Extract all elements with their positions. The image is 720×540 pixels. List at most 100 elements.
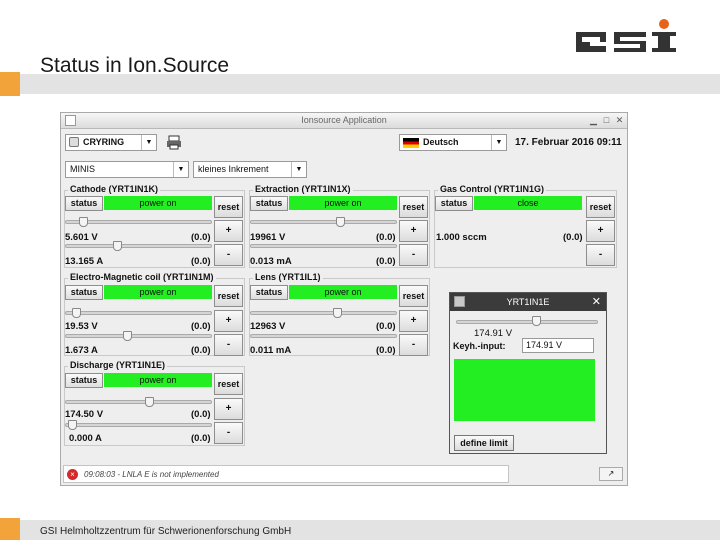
discharge-current-slider[interactable] bbox=[65, 423, 212, 427]
keyh-input-field[interactable]: 174.91 V bbox=[522, 338, 594, 353]
datetime-label: 17. Februar 2016 09:11 bbox=[515, 137, 622, 148]
electromag-voltage-step: (0.0) bbox=[191, 321, 211, 332]
lens-plus-button[interactable]: + bbox=[399, 310, 428, 332]
flag-de-icon bbox=[403, 138, 419, 148]
electromag-state: power on bbox=[104, 285, 212, 299]
electromag-status-button[interactable]: status bbox=[65, 285, 103, 300]
discharge-plus-button[interactable]: + bbox=[214, 398, 243, 420]
extraction-status-button[interactable]: status bbox=[250, 196, 288, 211]
dialog-slider-thumb[interactable] bbox=[531, 316, 541, 326]
discharge-voltage-slider[interactable] bbox=[65, 400, 212, 404]
cathode-status-button[interactable]: status bbox=[65, 196, 103, 211]
discharge-current-value: 0.000 A bbox=[69, 433, 102, 444]
minimize-icon[interactable]: ▁ bbox=[588, 115, 599, 126]
gas-status-button[interactable]: status bbox=[435, 196, 473, 211]
electromag-current-step: (0.0) bbox=[191, 345, 211, 356]
electromag-current-value: 1.673 A bbox=[65, 345, 98, 356]
increment-select-value: kleines Inkrement bbox=[198, 164, 269, 174]
machine-select-value: CRYRING bbox=[83, 137, 125, 147]
window-titlebar: Ionsource Application ▁ □ ✕ bbox=[61, 113, 627, 129]
lens-minus-button[interactable]: - bbox=[399, 334, 428, 356]
extraction-group-title: Extraction (YRT1IN1X) bbox=[253, 184, 353, 194]
maximize-icon[interactable]: □ bbox=[601, 115, 612, 126]
define-limit-button[interactable]: define limit bbox=[454, 435, 514, 451]
cathode-group-title: Cathode (YRT1IN1K) bbox=[68, 184, 161, 194]
window-title: Ionsource Application bbox=[301, 115, 387, 125]
machine-select[interactable]: CRYRING ▼ bbox=[65, 134, 157, 151]
close-icon[interactable]: ✕ bbox=[614, 115, 625, 126]
electromag-voltage-value: 19.53 V bbox=[65, 321, 98, 332]
dialog-limit-panel bbox=[454, 359, 595, 421]
electromag-plus-button[interactable]: + bbox=[214, 310, 243, 332]
slide-title: Status in Ion.Source bbox=[40, 54, 230, 77]
extraction-voltage-value: 19961 V bbox=[250, 232, 286, 243]
lens-current-value: 0.011 mA bbox=[250, 345, 292, 356]
cathode-current-slider-thumb[interactable] bbox=[113, 241, 123, 251]
electromag-reset-button[interactable]: reset bbox=[214, 285, 243, 307]
cathode-current-slider[interactable] bbox=[65, 244, 212, 248]
lens-voltage-slider-thumb[interactable] bbox=[332, 308, 342, 318]
cathode-voltage-step: (0.0) bbox=[191, 232, 211, 243]
cathode-voltage-slider-thumb[interactable] bbox=[78, 217, 88, 227]
lens-status-button[interactable]: status bbox=[250, 285, 288, 300]
language-select[interactable]: Deutsch ▼ bbox=[399, 134, 507, 151]
dialog-slider[interactable] bbox=[456, 320, 598, 324]
extraction-reset-button[interactable]: reset bbox=[399, 196, 428, 218]
dialog-title: YRT1IN1E bbox=[450, 293, 606, 311]
source-select[interactable]: MINIS ▼ bbox=[65, 161, 189, 178]
discharge-state: power on bbox=[104, 373, 212, 387]
gas-flow-value: 1.000 sccm bbox=[436, 232, 487, 243]
gsi-logo bbox=[576, 19, 676, 52]
lens-voltage-step: (0.0) bbox=[376, 321, 396, 332]
cathode-voltage-value: 5.601 V bbox=[65, 232, 98, 243]
discharge-current-slider-thumb[interactable] bbox=[67, 420, 77, 430]
lens-voltage-value: 12963 V bbox=[250, 321, 286, 332]
status-message: 09:08:03 - LNLA E is not implemented bbox=[84, 470, 219, 479]
cathode-plus-button[interactable]: + bbox=[214, 220, 243, 242]
discharge-reset-button[interactable]: reset bbox=[214, 373, 243, 395]
discharge-current-step: (0.0) bbox=[191, 433, 211, 444]
dialog-close-icon[interactable]: ✕ bbox=[592, 293, 601, 311]
lens-state: power on bbox=[289, 285, 397, 299]
source-select-value: MINIS bbox=[70, 164, 96, 174]
extraction-current-value: 0.013 mA bbox=[250, 256, 292, 267]
machine-icon bbox=[69, 137, 79, 147]
extraction-state: power on bbox=[289, 196, 397, 210]
electromag-voltage-slider[interactable] bbox=[65, 311, 212, 315]
gas-flow-step: (0.0) bbox=[563, 232, 583, 243]
extraction-current-step: (0.0) bbox=[376, 256, 396, 267]
resize-handle-icon[interactable]: ↗ bbox=[599, 467, 623, 481]
chevron-down-icon: ▼ bbox=[141, 135, 156, 150]
lens-group-title: Lens (YRT1IL1) bbox=[253, 272, 323, 282]
extraction-plus-button[interactable]: + bbox=[399, 220, 428, 242]
gas-minus-button[interactable]: - bbox=[586, 244, 615, 266]
discharge-minus-button[interactable]: - bbox=[214, 422, 243, 444]
extraction-voltage-slider[interactable] bbox=[250, 220, 397, 224]
lens-voltage-slider[interactable] bbox=[250, 311, 397, 315]
discharge-voltage-slider-thumb[interactable] bbox=[145, 397, 155, 407]
gas-plus-button[interactable]: + bbox=[586, 220, 615, 242]
extraction-minus-button[interactable]: - bbox=[399, 244, 428, 266]
discharge-voltage-step: (0.0) bbox=[191, 409, 211, 420]
discharge-status-button[interactable]: status bbox=[65, 373, 103, 388]
keyh-input-label: Keyh.-input: bbox=[453, 341, 506, 351]
electromag-minus-button[interactable]: - bbox=[214, 334, 243, 356]
electromag-current-slider-thumb[interactable] bbox=[122, 331, 132, 341]
extraction-current-slider[interactable] bbox=[250, 244, 397, 248]
lens-current-slider[interactable] bbox=[250, 334, 397, 338]
chevron-down-icon: ▼ bbox=[491, 135, 506, 150]
dialog-value: 174.91 V bbox=[474, 328, 513, 339]
cathode-reset-button[interactable]: reset bbox=[214, 196, 243, 218]
electromag-group-title: Electro-Magnetic coil (YRT1IN1M) bbox=[68, 272, 216, 282]
gas-reset-button[interactable]: reset bbox=[586, 196, 615, 218]
accent-bar-bottom bbox=[0, 518, 20, 540]
increment-select[interactable]: kleines Inkrement ▼ bbox=[193, 161, 307, 178]
print-icon[interactable] bbox=[165, 134, 183, 150]
extraction-voltage-slider-thumb[interactable] bbox=[335, 217, 345, 227]
chevron-down-icon: ▼ bbox=[291, 162, 306, 177]
lens-reset-button[interactable]: reset bbox=[399, 285, 428, 307]
dialog-app-icon bbox=[454, 296, 465, 307]
electromag-current-slider[interactable] bbox=[65, 334, 212, 338]
electromag-voltage-slider-thumb[interactable] bbox=[71, 308, 81, 318]
cathode-minus-button[interactable]: - bbox=[214, 244, 243, 266]
